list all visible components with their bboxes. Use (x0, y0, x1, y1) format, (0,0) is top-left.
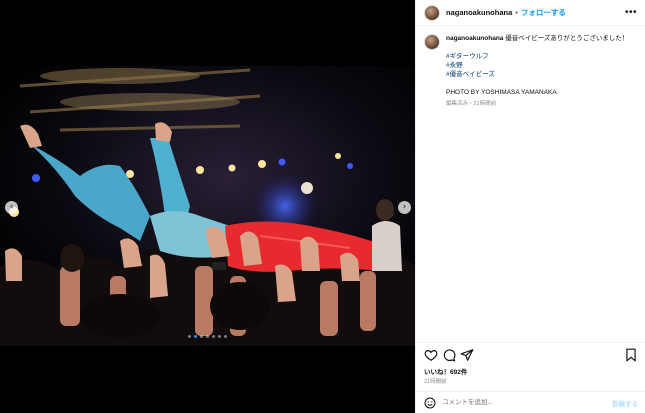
carousel-indicator (0, 335, 415, 338)
caption-avatar[interactable] (424, 34, 440, 50)
header-username[interactable]: naganoakunohana (446, 8, 512, 17)
post-header: naganoakunohana • フォローする ••• (416, 0, 645, 26)
hashtag-link[interactable]: #永野 (446, 61, 628, 70)
heart-icon (424, 349, 438, 361)
carousel-dot (206, 335, 209, 338)
comment-button[interactable] (442, 348, 456, 362)
hashtag-link[interactable]: #優音ベイビーズ (446, 70, 628, 79)
follow-button[interactable]: フォローする (521, 7, 566, 18)
save-button[interactable] (624, 348, 638, 362)
header-separator: • (515, 8, 518, 17)
post-media-pane: ‹ › (0, 0, 415, 413)
like-count[interactable]: いいね！692件 (424, 366, 467, 376)
carousel-dot (224, 335, 227, 338)
carousel-dot (188, 335, 191, 338)
caption-body: naganoakunohana 優音ベイビーズありがとうございました！ #ギター… (446, 34, 628, 109)
like-button[interactable] (424, 348, 438, 362)
chevron-right-icon: › (402, 202, 407, 212)
more-options-icon[interactable]: ••• (625, 7, 637, 18)
caption-text: 優音ベイビーズありがとうございました！ (505, 35, 629, 42)
post-side-panel: naganoakunohana • フォローする ••• naganoakuno… (415, 0, 645, 413)
post-photo (0, 66, 415, 346)
comment-input[interactable] (442, 399, 592, 406)
bookmark-icon (626, 348, 636, 361)
caption-meta: 編集済み・21時間前 (446, 101, 497, 107)
carousel-dot (200, 335, 203, 338)
instagram-post-window: ‹ › naganoakunohana • フォローする ••• naganoa (0, 0, 645, 413)
hashtag-link[interactable]: #ギターウルフ (446, 52, 628, 61)
post-actions-bar (416, 342, 645, 366)
emoji-icon[interactable] (424, 397, 436, 409)
carousel-dot (212, 335, 215, 338)
comment-icon (443, 348, 456, 361)
post-comment-button[interactable]: 投稿する (612, 398, 638, 408)
carousel-dot-active (194, 335, 197, 338)
post-caption: naganoakunohana 優音ベイビーズありがとうございました！ #ギター… (416, 26, 645, 109)
avatar[interactable] (424, 4, 440, 21)
chevron-left-icon: ‹ (9, 202, 14, 212)
caption-username[interactable]: naganoakunohana (446, 35, 503, 42)
carousel-next-button[interactable]: › (398, 201, 411, 214)
share-button[interactable] (460, 348, 474, 362)
carousel-prev-button[interactable]: ‹ (5, 201, 18, 214)
send-icon (460, 348, 474, 361)
comment-bar: 投稿する (416, 391, 645, 413)
photo-credit: PHOTO BY YOSHIMASA YAMANAKA (446, 89, 557, 96)
carousel-dot (218, 335, 221, 338)
post-timestamp: 21時間前 (424, 379, 447, 385)
